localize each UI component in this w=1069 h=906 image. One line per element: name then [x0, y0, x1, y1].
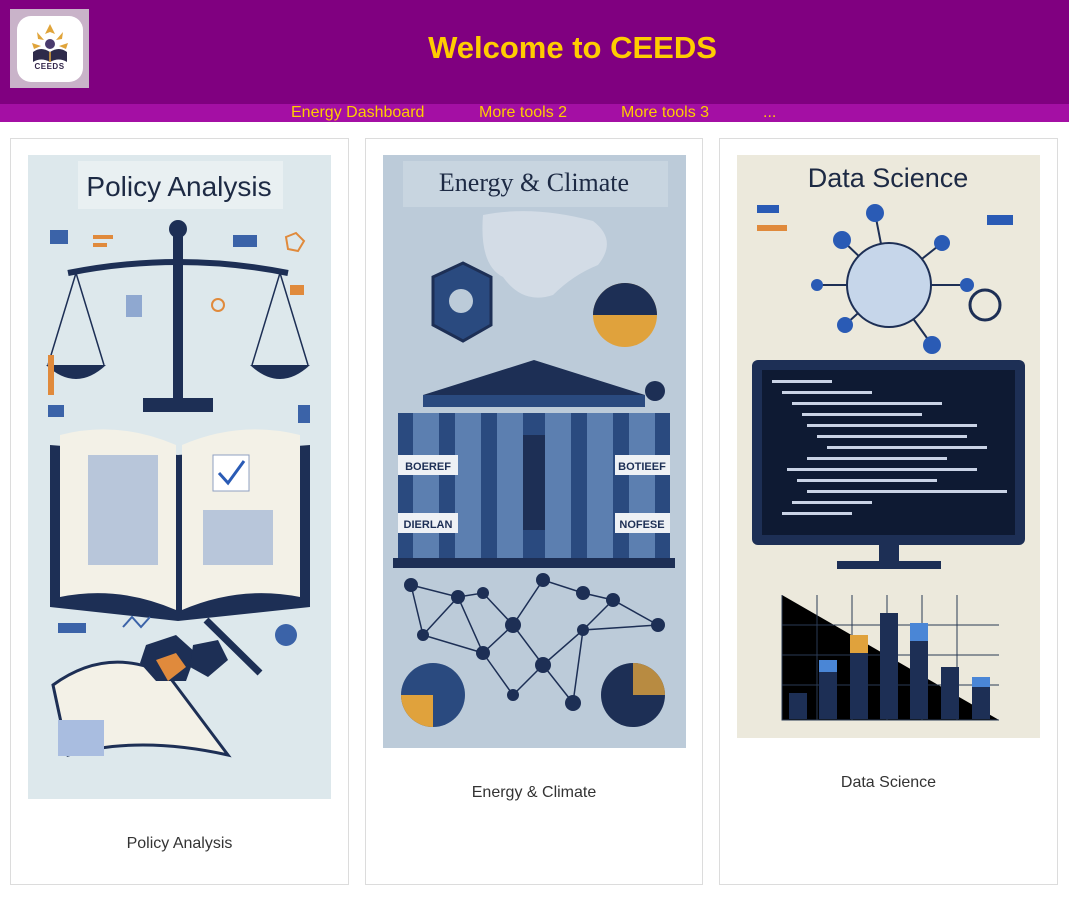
- data-science-heading: Data Science: [808, 163, 969, 193]
- data-science-image[interactable]: Data Science: [737, 155, 1040, 738]
- nav-link-more-tools-2[interactable]: More tools 2: [479, 104, 567, 122]
- card-caption-policy-analysis[interactable]: Policy Analysis: [11, 835, 348, 853]
- page-title: Welcome to CEEDS: [428, 30, 717, 65]
- nav-link-more[interactable]: ...: [763, 104, 776, 122]
- main-nav: Energy Dashboard More tools 2 More tools…: [0, 104, 1069, 122]
- site-header: CEEDS Welcome to CEEDS: [0, 0, 1069, 104]
- scales-and-book-illustration: Policy Analysis: [46, 161, 310, 758]
- energy-climate-heading: Energy & Climate: [439, 168, 629, 197]
- building-label-3: DIERLAN: [404, 519, 453, 531]
- nav-link-energy-dashboard[interactable]: Energy Dashboard: [291, 104, 424, 122]
- policy-analysis-heading: Policy Analysis: [86, 171, 271, 202]
- energy-climate-image[interactable]: Energy & Climate BOEREF BOTIEEF DIERLAN …: [383, 155, 686, 748]
- building-and-network-illustration: Energy & Climate BOEREF BOTIEEF DIERLAN …: [393, 161, 675, 727]
- card-policy-analysis[interactable]: Policy Analysis Policy Analysis: [10, 138, 349, 885]
- policy-analysis-image[interactable]: Policy Analysis: [28, 155, 331, 799]
- building-label-4: NOFESE: [619, 519, 664, 531]
- card-caption-data-science[interactable]: Data Science: [720, 774, 1057, 792]
- card-energy-climate[interactable]: Energy & Climate BOEREF BOTIEEF DIERLAN …: [365, 138, 703, 885]
- card-data-science[interactable]: Data Science Data Science: [719, 138, 1058, 885]
- building-label-2: BOTIEEF: [618, 461, 666, 473]
- card-caption-energy-climate[interactable]: Energy & Climate: [366, 784, 702, 802]
- building-label-1: BOEREF: [405, 461, 451, 473]
- monitor-and-bar-chart-illustration: Data Science: [752, 163, 1025, 721]
- nav-link-more-tools-3[interactable]: More tools 3: [621, 104, 709, 122]
